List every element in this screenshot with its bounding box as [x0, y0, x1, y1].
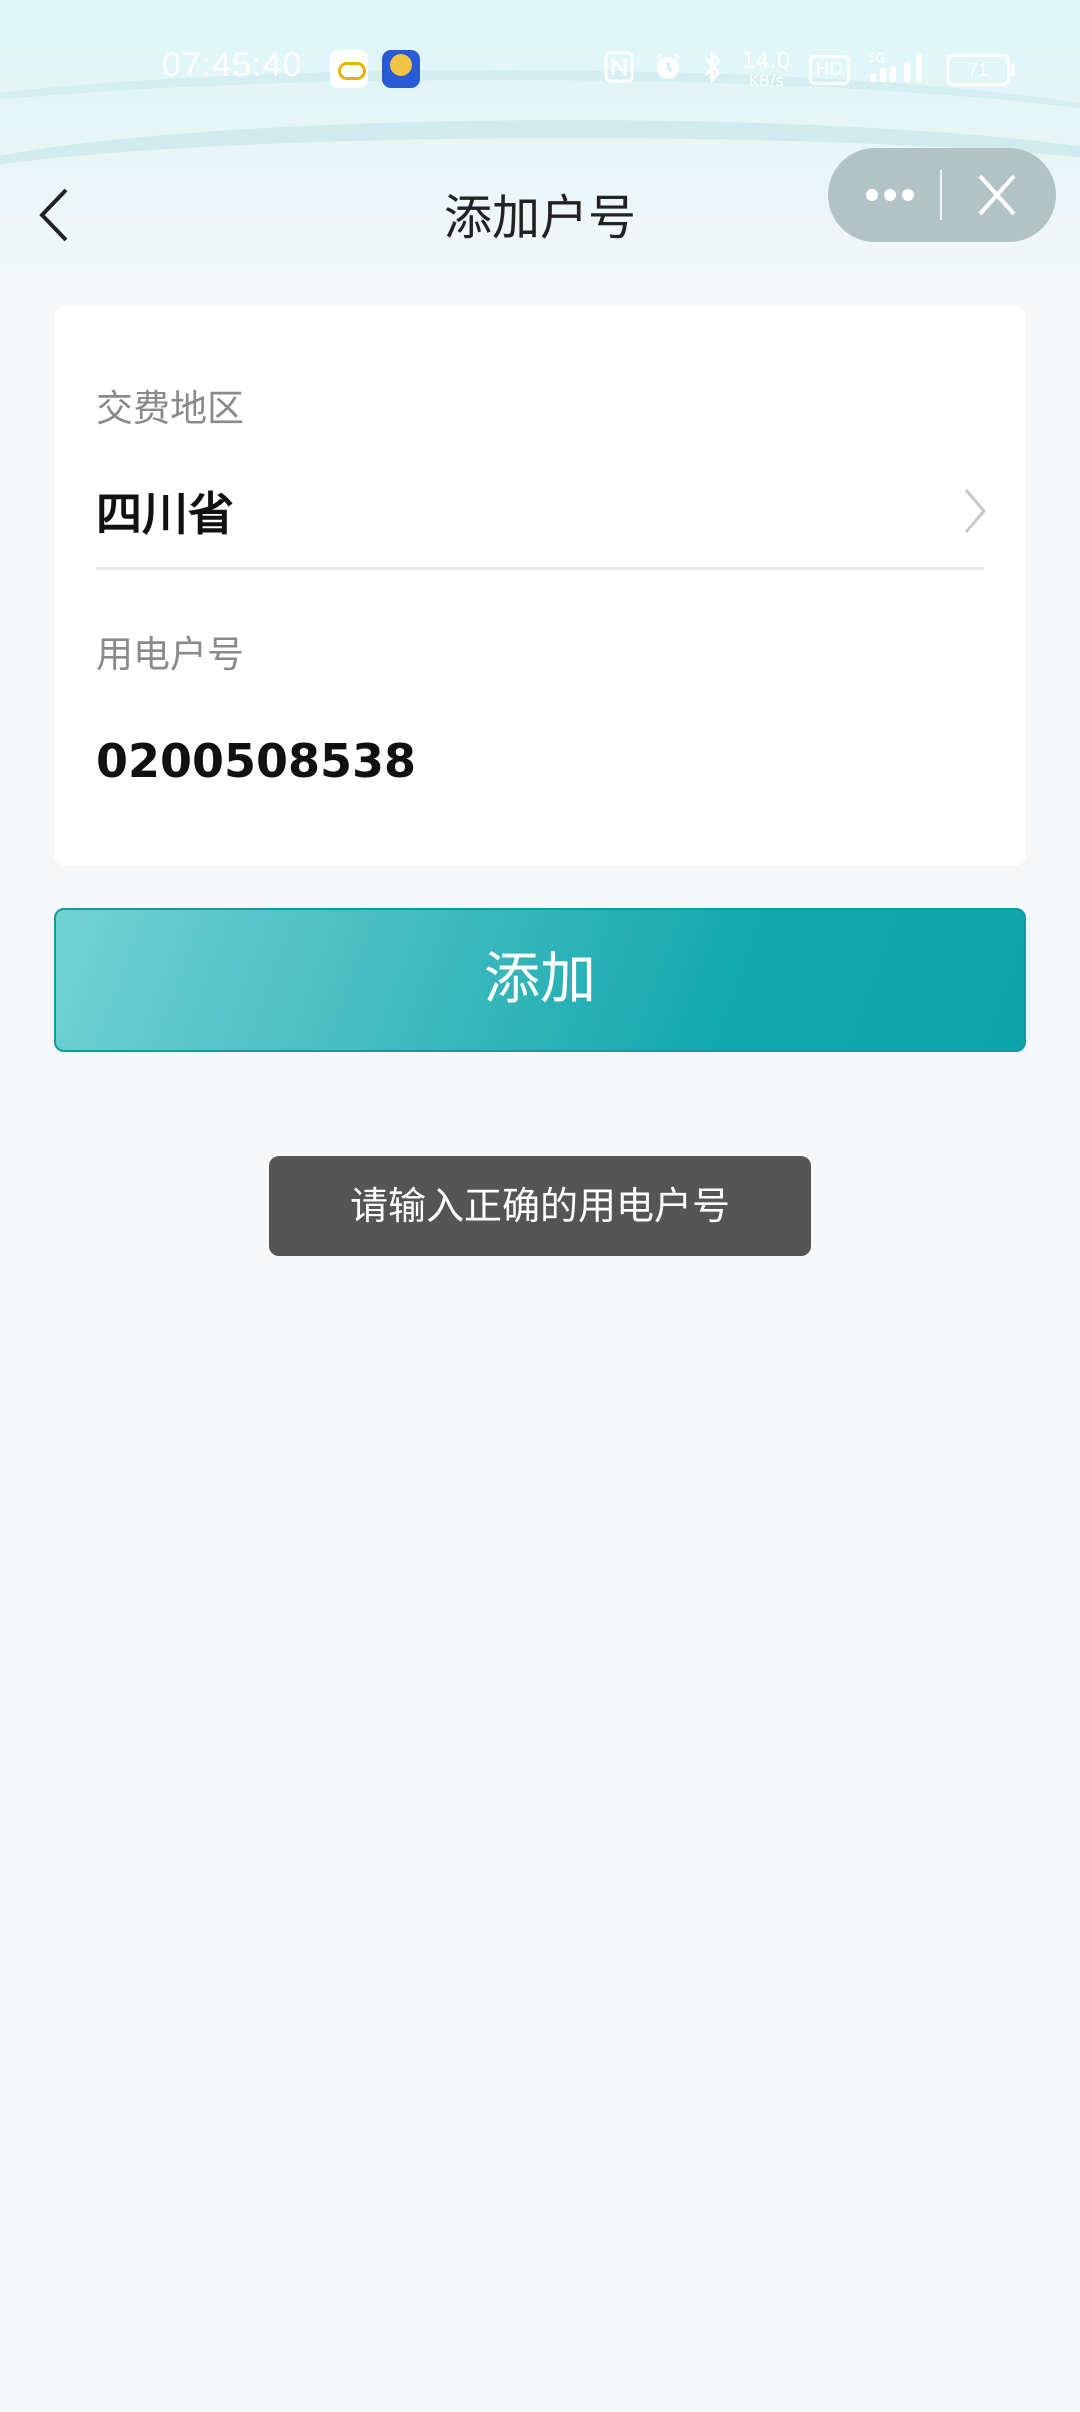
- weather-app-icon: [330, 50, 368, 88]
- account-number-value: 0200508538: [96, 734, 417, 788]
- account-number-input[interactable]: 0200508538: [54, 706, 1026, 816]
- net-speed-value: 14.0: [741, 49, 791, 74]
- region-value: 四川省: [96, 487, 234, 541]
- region-label: 交费地区: [96, 387, 244, 430]
- account-form-card: 交费地区 四川省 用电户号 0200508538: [54, 306, 1026, 866]
- region-selector[interactable]: 四川省: [54, 456, 1026, 566]
- field-divider: [96, 567, 984, 570]
- bluetooth-icon: [702, 49, 724, 91]
- more-button[interactable]: [842, 148, 934, 242]
- status-time: 07:45:40: [162, 46, 303, 84]
- close-icon: [978, 174, 1016, 216]
- hd-icon: HD: [808, 55, 850, 85]
- error-toast: 请输入正确的用电户号: [269, 1156, 811, 1256]
- close-button[interactable]: [950, 148, 1044, 242]
- alarm-icon: [652, 51, 684, 90]
- net-speed-unit: KB/s: [748, 71, 784, 90]
- net-speed: 14.0 KB/s: [742, 51, 791, 89]
- screen: 07:45:40 14.0 KB/s HD 5G 71 添加户号 交费地区 四川…: [0, 0, 1080, 2412]
- status-indicators: 14.0 KB/s HD 5G 71: [604, 49, 1015, 91]
- battery-icon: 71: [946, 54, 1015, 86]
- mascot-app-icon: [382, 50, 420, 88]
- signal-icon: 5G: [868, 50, 928, 91]
- account-label: 用电户号: [96, 633, 244, 676]
- mini-program-capsule: [828, 148, 1056, 242]
- status-bar: 07:45:40 14.0 KB/s HD 5G 71: [0, 38, 1080, 100]
- capsule-divider: [940, 170, 942, 220]
- add-button[interactable]: 添加: [54, 908, 1026, 1052]
- svg-text:5G: 5G: [868, 51, 885, 65]
- chevron-right-icon: [964, 489, 986, 533]
- hd-label: HD: [815, 59, 843, 80]
- nfc-icon: [604, 51, 634, 90]
